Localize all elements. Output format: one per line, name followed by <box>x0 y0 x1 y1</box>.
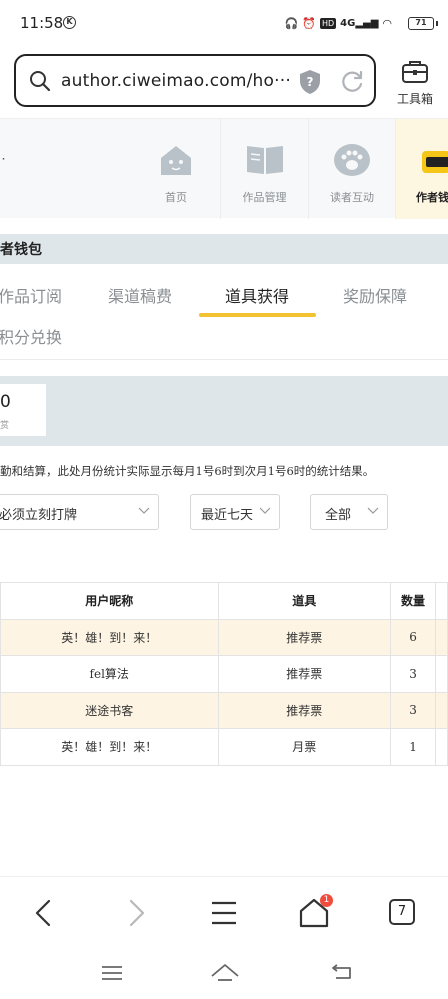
cell-count: 1 <box>390 728 436 766</box>
cell-nickname: fel算法 <box>0 655 219 693</box>
cell-extra <box>435 655 448 693</box>
cell-prop: 推荐票 <box>217 655 392 693</box>
stat-band: 0 赏 <box>0 376 448 446</box>
url-text[interactable]: author.ciweimao.com/ho··· <box>61 71 291 91</box>
cell-prop: 月票 <box>217 728 392 766</box>
shield-icon[interactable]: ? <box>298 69 322 95</box>
status-time: 11:58 <box>20 14 64 32</box>
hd-icon: HD <box>319 17 337 29</box>
col-header-nickname: 用户昵称 <box>0 582 219 620</box>
forward-icon[interactable] <box>117 895 153 931</box>
toolbox-icon <box>402 61 428 83</box>
tab-count-button[interactable]: 7 <box>389 899 415 925</box>
cell-count: 3 <box>390 691 436 729</box>
chevron-down-icon <box>138 507 150 514</box>
toolbox-button[interactable]: 工具箱 <box>391 56 439 108</box>
recent-apps-icon[interactable] <box>100 964 124 982</box>
range-select[interactable]: 最近七天 <box>190 494 280 530</box>
headphones-icon: 🎧 <box>284 16 299 30</box>
tab-props-received[interactable]: 道具获得 <box>225 283 289 307</box>
search-icon <box>30 71 51 92</box>
battery-icon: 71 <box>408 17 438 30</box>
cell-extra <box>435 691 448 729</box>
nav-edge-glyph: ˙ <box>0 157 7 173</box>
tab-channel-fees[interactable]: 渠道稿费 <box>108 283 172 307</box>
book-select-value: 必须立刻打牌 <box>0 508 78 523</box>
cell-count: 6 <box>390 618 436 656</box>
house-icon <box>161 146 191 175</box>
cell-extra <box>435 728 448 766</box>
browser-toolbar <box>0 876 448 948</box>
table-row: fel算法 推荐票 3 <box>0 655 448 693</box>
nav-label-wallet: 作者钱 <box>416 191 448 204</box>
section-title: 者钱包 <box>0 242 42 258</box>
type-select[interactable]: 全部 <box>310 494 388 530</box>
nav-item-readers[interactable]: 读者互动 <box>309 119 396 219</box>
signal-icon: 4G▂▄▆ <box>340 17 379 29</box>
cell-count: 3 <box>390 655 436 693</box>
stat-card: 0 赏 <box>0 384 46 436</box>
nav-label-works: 作品管理 <box>242 191 287 204</box>
svg-text:?: ? <box>307 75 314 89</box>
nav-item-home[interactable]: 首页 <box>132 119 221 219</box>
cell-extra <box>435 618 448 656</box>
cell-nickname: 英！雄！到！来！ <box>0 618 219 656</box>
table-row: 英！雄！到！来！ 月票 1 <box>0 728 448 766</box>
table-header-row: 用户昵称 道具 数量 <box>0 582 448 620</box>
wallet-tabs: 作品订阅 渠道稿费 道具获得 奖励保障 积分兑换 <box>0 272 448 360</box>
status-icons: 🎧 ⏰ HD 4G▂▄▆ ◠ <box>285 15 392 31</box>
address-bar[interactable]: author.ciweimao.com/ho··· ? <box>14 54 376 107</box>
props-table: 用户昵称 道具 数量 英！雄！到！来！ 推荐票 6 fel算法 推荐票 3 迷途… <box>0 582 448 766</box>
system-nav-bar <box>0 948 448 999</box>
tab-subscriptions[interactable]: 作品订阅 <box>0 283 62 307</box>
cell-prop: 推荐票 <box>217 691 392 729</box>
col-header-extra <box>435 582 448 620</box>
reload-icon[interactable] <box>339 69 365 95</box>
nav-label-readers: 读者互动 <box>330 191 374 204</box>
book-select[interactable]: 必须立刻打牌 <box>0 494 159 530</box>
type-select-value: 全部 <box>325 508 352 523</box>
system-home-icon[interactable] <box>210 962 240 982</box>
wallet-icon <box>422 151 448 173</box>
table-row: 迷途书客 推荐票 3 <box>0 691 448 729</box>
nav-item-wallet[interactable]: 作者钱 <box>396 119 448 219</box>
col-header-count: 数量 <box>390 582 436 620</box>
cell-nickname: 英！雄！到！来！ <box>0 728 219 766</box>
status-bar: 11:58 K 🎧 ⏰ HD 4G▂▄▆ ◠ 71 <box>0 0 448 48</box>
nav-label-home: 首页 <box>165 191 187 204</box>
toolbox-label: 工具箱 <box>396 92 433 106</box>
tab-points-exchange[interactable]: 积分兑换 <box>0 324 62 348</box>
alarm-icon: ⏰ <box>302 16 316 30</box>
cell-prop: 推荐票 <box>217 618 392 656</box>
table-row: 英！雄！到！来！ 推荐票 6 <box>0 618 448 656</box>
site-nav: ˙ 首页 作品管理 读者互动 作者钱 <box>0 118 448 219</box>
back-icon[interactable] <box>27 895 63 931</box>
stats-notice: 勤和结算，此处月份统计实际显示每月1号6时到次月1号6时的统计结果。 <box>0 464 375 478</box>
stat-value: 0 <box>0 392 11 412</box>
section-header: 者钱包 <box>0 234 448 264</box>
book-icon <box>246 146 283 174</box>
chevron-down-icon <box>259 507 271 514</box>
menu-icon[interactable] <box>206 895 242 931</box>
col-header-prop: 道具 <box>217 582 392 620</box>
range-select-value: 最近七天 <box>201 508 254 523</box>
notification-badge: 1 <box>320 894 333 907</box>
nav-item-works[interactable]: 作品管理 <box>221 119 309 219</box>
network-type: 4G <box>340 17 356 29</box>
system-back-icon[interactable] <box>330 963 354 981</box>
paw-icon <box>334 144 370 176</box>
chevron-down-icon <box>367 507 379 514</box>
tab-rewards[interactable]: 奖励保障 <box>343 283 407 307</box>
stat-label: 赏 <box>0 421 10 431</box>
k-app-icon: K <box>63 16 76 29</box>
active-tab-indicator <box>199 313 316 317</box>
cell-nickname: 迷途书客 <box>0 691 219 729</box>
wifi-icon: ◠ <box>382 16 392 30</box>
